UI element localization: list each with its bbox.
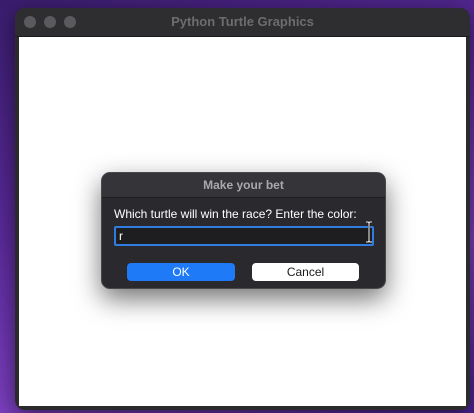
window-titlebar[interactable]: Python Turtle Graphics xyxy=(15,8,470,37)
text-cursor-icon xyxy=(366,221,372,243)
dialog-title: Make your bet xyxy=(203,178,284,192)
cancel-button[interactable]: Cancel xyxy=(252,263,359,281)
dialog-titlebar[interactable]: Make your bet xyxy=(102,173,385,198)
ok-button[interactable]: OK xyxy=(127,263,235,281)
bet-dialog: Make your bet Which turtle will win the … xyxy=(101,172,386,289)
dialog-prompt: Which turtle will win the race? Enter th… xyxy=(114,207,357,221)
window-title: Python Turtle Graphics xyxy=(171,14,314,29)
color-input[interactable]: r xyxy=(114,226,374,246)
color-input-value: r xyxy=(119,229,123,243)
